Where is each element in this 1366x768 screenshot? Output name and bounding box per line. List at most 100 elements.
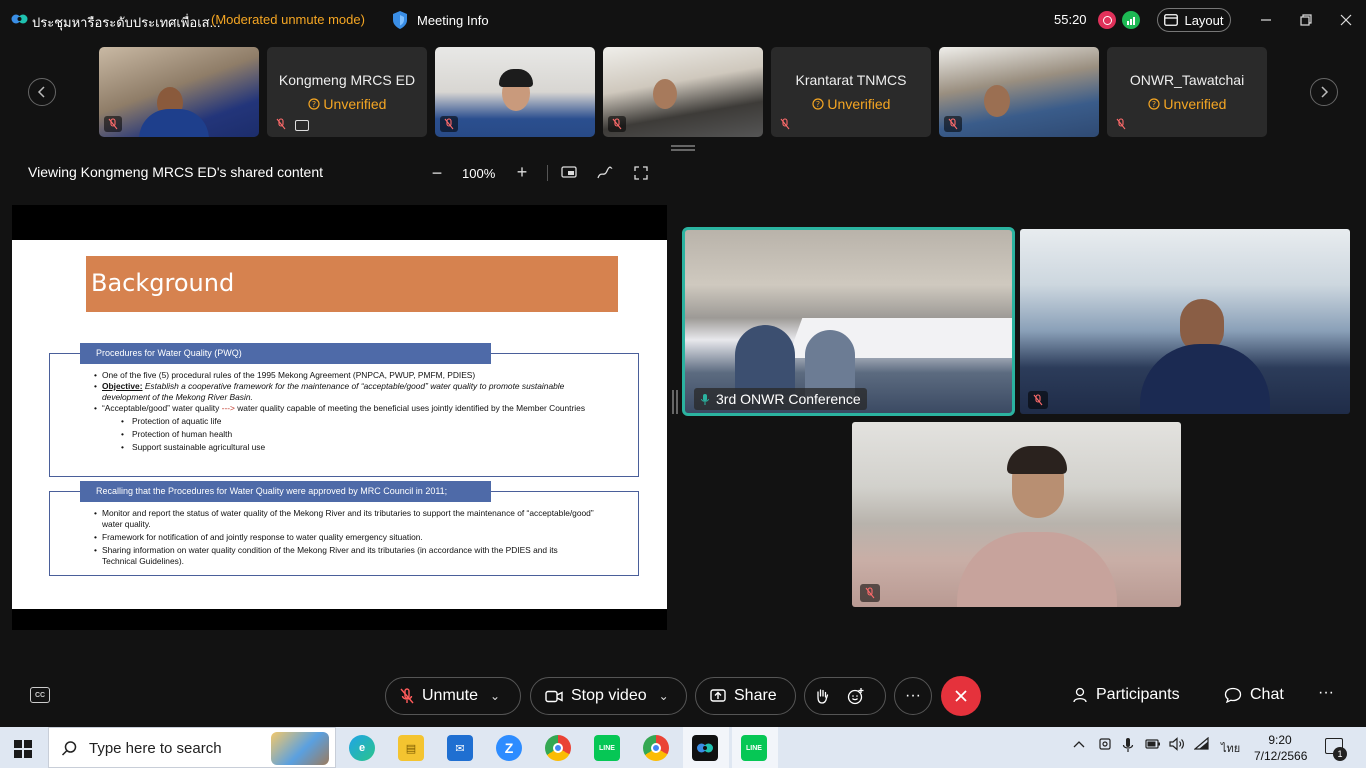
participant-thumbnail[interactable]: Kongmeng MRCS ED ? Unverified — [267, 47, 427, 137]
emoji-reaction-icon[interactable] — [847, 687, 865, 705]
pwq-bullet-objective: Objective: Establish a cooperative frame… — [94, 381, 594, 403]
clock-time: 9:20 — [1268, 733, 1292, 747]
close-icon[interactable] — [1334, 8, 1358, 32]
webex-logo-icon — [11, 14, 28, 24]
participant-thumbnail[interactable] — [939, 47, 1099, 137]
thumbnails-next-button[interactable] — [1310, 78, 1338, 106]
video-tile[interactable] — [852, 422, 1181, 607]
network-signal-icon[interactable] — [1122, 11, 1140, 29]
chevron-left-icon — [37, 86, 45, 98]
participant-name: ONWR_Tawatchai — [1129, 72, 1245, 88]
participant-thumbnail[interactable]: ONWR_Tawatchai ? Unverified — [1107, 47, 1267, 137]
participants-label: Participants — [1096, 686, 1180, 703]
pwq-bullet-acceptable: “Acceptable/good” water quality ---> wat… — [94, 403, 594, 414]
microphone-icon[interactable] — [1122, 737, 1134, 756]
unmute-label: Unmute — [422, 687, 479, 704]
recording-icon[interactable] — [1098, 11, 1116, 29]
stop-video-label: Stop video — [571, 687, 647, 704]
meeting-info-button[interactable]: Meeting Info — [391, 9, 489, 31]
windows-start-icon[interactable] — [14, 740, 32, 758]
mic-muted-icon — [400, 688, 414, 704]
share-button[interactable]: Share — [695, 677, 796, 715]
pwq-box-header: Procedures for Water Quality (PWQ) — [80, 343, 491, 364]
shared-content-area[interactable]: Background Procedures for Water Quality … — [12, 205, 667, 630]
edge-icon[interactable]: e — [349, 735, 375, 761]
panel-resize-handle[interactable] — [672, 390, 678, 414]
chevron-down-icon[interactable]: ⌄ — [659, 689, 669, 703]
video-tile-active-speaker[interactable]: 3rd ONWR Conference — [682, 227, 1015, 416]
view-options-icon[interactable] — [560, 164, 578, 182]
system-clock[interactable]: 9:20 7/12/2566 — [1254, 732, 1307, 764]
fullscreen-icon[interactable] — [632, 164, 650, 182]
mic-muted-icon — [440, 116, 458, 132]
line-icon[interactable]: LINE — [741, 735, 767, 761]
search-placeholder: Type here to search — [89, 740, 222, 757]
presentation-slide: Background Procedures for Water Quality … — [12, 240, 667, 609]
participant-thumbnail[interactable]: Krantarat TNMCS ? Unverified — [771, 47, 931, 137]
share-label: Share — [734, 687, 777, 704]
closed-captions-icon[interactable]: CC — [30, 687, 50, 703]
search-icon — [61, 741, 77, 756]
volume-icon[interactable] — [1169, 737, 1185, 754]
minimize-icon[interactable] — [1254, 8, 1278, 32]
unmute-button[interactable]: Unmute ⌄ — [385, 677, 521, 715]
recalling-bullet: Monitor and report the status of water q… — [94, 508, 594, 530]
thumbnails-prev-button[interactable] — [28, 78, 56, 106]
participant-thumbnail[interactable] — [435, 47, 595, 137]
layout-label: Layout — [1184, 12, 1224, 28]
pwq-bullet: One of the five (5) procedural rules of … — [94, 370, 594, 381]
participant-thumbnail[interactable] — [603, 47, 763, 137]
resize-handle[interactable] — [671, 145, 695, 151]
pwq-sub-bullet: Protection of human health — [94, 429, 594, 440]
chrome-icon[interactable] — [545, 735, 571, 761]
mic-active-icon — [701, 393, 709, 405]
participants-button[interactable]: Participants — [1072, 686, 1180, 704]
device-icon[interactable] — [1098, 737, 1112, 754]
battery-icon[interactable] — [1145, 737, 1161, 754]
language-indicator[interactable]: ไทย — [1221, 739, 1240, 757]
layout-icon — [1164, 14, 1179, 26]
webex-icon[interactable] — [692, 735, 718, 761]
search-highlight-icon — [271, 732, 329, 765]
zoom-in-button[interactable]: + — [513, 162, 531, 183]
restore-icon[interactable] — [1294, 8, 1318, 32]
unverified-label: ? Unverified — [267, 96, 427, 112]
wifi-icon[interactable] — [1193, 736, 1210, 754]
raise-hand-icon[interactable] — [815, 688, 829, 704]
camera-icon — [545, 690, 563, 702]
mic-muted-icon — [1028, 391, 1048, 409]
participant-video-hair — [1007, 446, 1067, 474]
more-options-button[interactable]: ··· — [894, 677, 932, 715]
svg-text:?: ? — [815, 100, 819, 109]
stop-video-button[interactable]: Stop video ⌄ — [530, 677, 687, 715]
layout-button[interactable]: Layout — [1157, 8, 1231, 32]
video-tile[interactable] — [1020, 229, 1350, 414]
file-explorer-icon[interactable]: ▤ — [398, 735, 424, 761]
line-icon[interactable]: LINE — [594, 735, 620, 761]
participant-thumbnail[interactable] — [99, 47, 259, 137]
mic-muted-icon — [776, 116, 794, 132]
slide-title: Background — [91, 269, 235, 297]
unverified-label: ? Unverified — [771, 96, 931, 112]
meeting-title: ประชุมหารือระดับประเทศเพื่อเส... — [32, 15, 221, 30]
chat-button[interactable]: Chat — [1224, 686, 1284, 704]
recalling-bullet: Sharing information on water quality con… — [94, 545, 594, 567]
zoom-out-button[interactable]: − — [428, 163, 446, 184]
sharing-icon — [295, 120, 309, 131]
chrome-profile-icon[interactable] — [643, 735, 669, 761]
panel-overflow-button[interactable]: ··· — [1318, 684, 1334, 702]
slide-title-bar: Background — [86, 256, 618, 312]
mic-muted-icon — [860, 584, 880, 602]
zoom-icon[interactable]: Z — [496, 735, 522, 761]
warning-icon: ? — [1147, 98, 1160, 110]
chevron-up-icon[interactable] — [1073, 737, 1085, 751]
moderated-mode-label: (Moderated unmute mode) — [211, 12, 365, 27]
participant-video — [735, 325, 795, 395]
annotate-icon[interactable] — [596, 164, 614, 182]
chevron-down-icon[interactable]: ⌄ — [490, 689, 500, 703]
taskbar-search-box[interactable]: Type here to search — [48, 727, 336, 768]
viewing-shared-content-label: Viewing Kongmeng MRCS ED's shared conten… — [28, 164, 324, 180]
mail-icon[interactable]: ✉ — [447, 735, 473, 761]
leave-meeting-button[interactable] — [941, 676, 981, 716]
windows-taskbar: Type here to search e ▤ ✉ Z LINE LINE ไท… — [0, 727, 1366, 768]
